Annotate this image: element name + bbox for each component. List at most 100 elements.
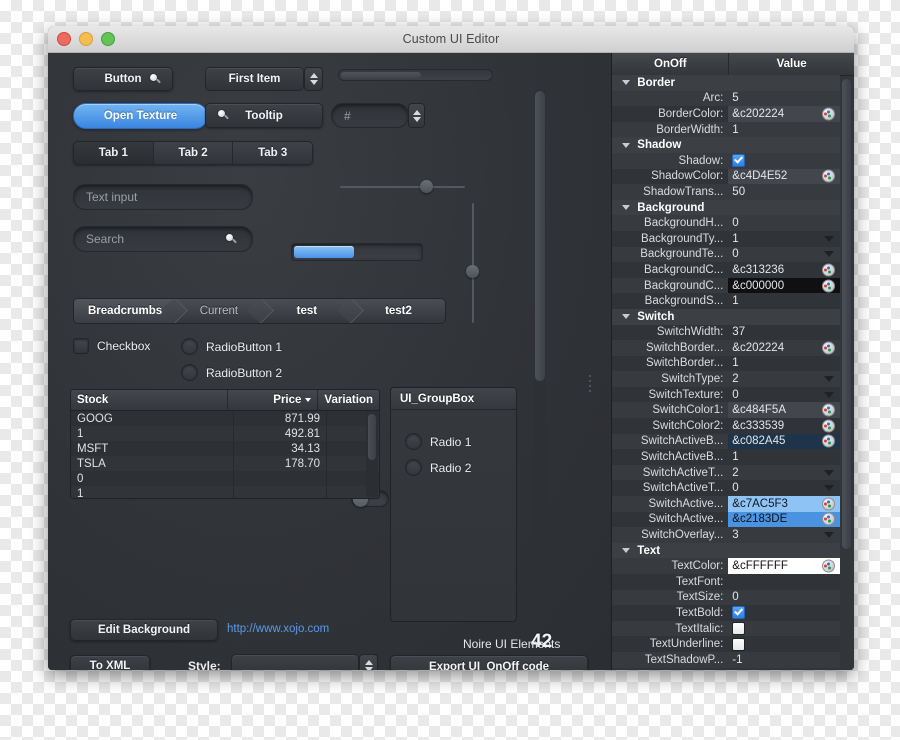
breadcrumb-item-1[interactable]: Current xyxy=(176,299,262,323)
color-picker-icon[interactable] xyxy=(822,419,836,433)
property-value[interactable]: 0 xyxy=(728,247,840,263)
property-value[interactable]: 1 xyxy=(728,231,840,247)
table-row[interactable]: GOOG 871.99 xyxy=(71,411,379,426)
property-group-row[interactable]: Switch xyxy=(612,308,841,325)
column-header-value[interactable]: Value xyxy=(729,53,854,75)
property-value[interactable] xyxy=(728,621,840,637)
horizontal-slider[interactable] xyxy=(340,180,465,194)
property-value[interactable]: 3 xyxy=(728,527,840,543)
property-value[interactable]: 0 xyxy=(728,387,840,403)
chevron-down-icon[interactable] xyxy=(622,205,631,211)
breadcrumb[interactable]: Breadcrumbs Current test test2 xyxy=(73,298,446,324)
table-row[interactable]: TSLA 178.70 xyxy=(71,456,379,471)
property-group-row[interactable]: Shadow xyxy=(612,137,841,153)
property-value[interactable]: &c202224 xyxy=(728,106,841,122)
property-row[interactable]: SwitchOverlay... 3 xyxy=(612,527,841,543)
groupbox-radio-2-row[interactable]: Radio 2 xyxy=(405,459,471,476)
groupbox-radio-2-input[interactable] xyxy=(405,459,422,476)
property-row[interactable]: BorderWidth: 1 xyxy=(612,121,841,138)
property-value[interactable] xyxy=(728,605,840,621)
property-value[interactable]: 5 xyxy=(728,91,840,107)
splitter-grip[interactable] xyxy=(589,375,592,395)
radio-2-row[interactable]: RadioButton 2 xyxy=(181,364,282,381)
property-row[interactable]: ShadowTrans... 50 xyxy=(612,184,841,200)
table-row[interactable]: MSFT 34.13 xyxy=(71,441,379,456)
property-value[interactable] xyxy=(728,574,840,590)
property-row[interactable]: TextSize: 0 xyxy=(612,589,841,606)
property-value[interactable]: &c313236 xyxy=(728,262,840,278)
scrollbar-thumb[interactable] xyxy=(368,414,376,460)
stepper-down-icon[interactable] xyxy=(364,667,373,670)
property-row[interactable]: TextBold: xyxy=(612,605,841,621)
scrollbar-thumb[interactable] xyxy=(341,72,421,78)
color-picker-icon[interactable] xyxy=(822,434,836,448)
checkbox-unchecked-icon[interactable] xyxy=(732,637,746,651)
stepper-widget[interactable] xyxy=(304,67,323,91)
chevron-down-icon[interactable] xyxy=(824,485,835,492)
slider-knob[interactable] xyxy=(420,180,433,193)
property-value[interactable]: &c333539 xyxy=(728,418,840,434)
radio-2-input[interactable] xyxy=(181,364,198,381)
export-button[interactable]: Export UI_OnOff code xyxy=(390,655,588,670)
property-row[interactable]: SwitchBorder... &c202224 xyxy=(612,340,841,356)
color-picker-icon[interactable] xyxy=(822,512,836,526)
property-row[interactable]: TextColor: &cFFFFFF xyxy=(612,558,841,574)
style-stepper[interactable] xyxy=(359,654,378,670)
color-picker-icon[interactable] xyxy=(822,169,836,183)
to-xml-button[interactable]: To XML xyxy=(70,655,150,670)
property-row[interactable]: SwitchColor1: &c484F5A xyxy=(612,402,841,419)
property-value[interactable] xyxy=(728,153,840,169)
property-row[interactable]: TextFont: xyxy=(612,574,841,590)
tab-1[interactable]: Tab 1 xyxy=(74,142,154,164)
property-value[interactable]: -1 xyxy=(728,652,840,668)
checkbox-checked-icon[interactable] xyxy=(732,606,746,620)
property-row[interactable]: BackgroundC... &c000000 xyxy=(612,277,841,294)
column-header-price[interactable]: Price xyxy=(228,390,319,410)
color-picker-icon[interactable] xyxy=(822,403,836,417)
checkbox-input[interactable] xyxy=(73,338,89,354)
property-group-row[interactable]: Background xyxy=(612,199,841,216)
stock-table[interactable]: Stock Price Variation GOOG 871.99 1 492.81 M… xyxy=(70,389,380,499)
property-row[interactable]: ShadowColor: &c4D4E52 xyxy=(612,168,841,185)
tab-3[interactable]: Tab 3 xyxy=(233,142,312,164)
slider-knob[interactable] xyxy=(466,265,479,278)
property-group-row[interactable]: Text xyxy=(612,542,841,559)
property-value[interactable]: 2 xyxy=(728,465,840,481)
property-value[interactable]: 1 xyxy=(728,356,840,372)
property-value[interactable]: &c202224 xyxy=(728,340,840,356)
property-group-row[interactable]: Border xyxy=(612,75,841,91)
property-row[interactable]: BackgroundTy... 1 xyxy=(612,230,841,247)
color-picker-icon[interactable] xyxy=(822,279,836,293)
property-value[interactable]: 50 xyxy=(728,184,840,200)
property-row[interactable]: SwitchType: 2 xyxy=(612,371,841,387)
horizontal-scrollbar[interactable] xyxy=(338,69,493,81)
property-row[interactable]: SwitchActiveT... 2 xyxy=(612,464,841,481)
chevron-down-icon[interactable] xyxy=(622,142,631,148)
property-value[interactable]: 1 xyxy=(728,449,840,465)
property-row[interactable]: TextUnderline: xyxy=(612,636,841,652)
checkbox-checked-icon[interactable] xyxy=(732,154,746,168)
property-row[interactable]: BackgroundH... 0 xyxy=(612,215,841,231)
tab-2[interactable]: Tab 2 xyxy=(153,142,234,164)
chevron-down-icon[interactable] xyxy=(824,235,835,242)
property-row[interactable]: Shadow: xyxy=(612,152,841,169)
stepper-up-icon[interactable] xyxy=(364,660,373,665)
column-header-variation[interactable]: Variation xyxy=(318,390,379,410)
property-value[interactable]: 0 xyxy=(728,590,840,606)
color-picker-icon[interactable] xyxy=(822,263,836,277)
property-row[interactable]: SwitchActiveB... 1 xyxy=(612,449,841,465)
style-select[interactable] xyxy=(231,654,359,670)
column-header-onoff[interactable]: OnOff xyxy=(612,53,730,75)
color-picker-icon[interactable] xyxy=(822,107,836,121)
property-row[interactable]: TextShadowP... -1 xyxy=(612,651,841,668)
table-scrollbar[interactable] xyxy=(366,411,378,497)
property-value[interactable]: 2 xyxy=(728,371,840,387)
chevron-down-icon[interactable] xyxy=(622,314,631,320)
table-row[interactable]: 1 xyxy=(71,486,379,498)
stepper-down-icon[interactable] xyxy=(309,80,318,85)
column-header-stock[interactable]: Stock xyxy=(71,390,229,410)
property-value[interactable]: 1 xyxy=(728,293,840,309)
property-value[interactable] xyxy=(728,636,840,652)
scrollbar-thumb[interactable] xyxy=(535,91,545,381)
property-value[interactable]: &c082A45 xyxy=(728,433,841,450)
